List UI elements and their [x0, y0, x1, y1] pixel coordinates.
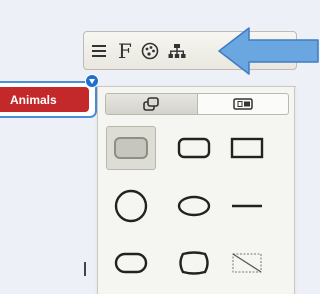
shape-ellipse[interactable] [169, 184, 219, 228]
circle-icon [114, 189, 148, 223]
panel-tabs [105, 93, 289, 115]
node-label: Animals [10, 92, 57, 107]
shape-panel [97, 86, 296, 294]
tab-shapes[interactable] [106, 94, 198, 114]
rectangle-icon [230, 137, 264, 159]
menu-button[interactable] [88, 39, 110, 63]
shape-barrel[interactable] [169, 241, 219, 285]
line-icon [232, 204, 262, 208]
tab-presets[interactable] [198, 94, 289, 114]
color-button[interactable] [139, 39, 161, 63]
shape-rounded-rectangle[interactable] [169, 126, 219, 170]
node-animals[interactable]: Animals [0, 87, 89, 112]
panel-top-edge [98, 86, 296, 92]
node-toolbar: F [83, 31, 297, 70]
shape-icon [143, 97, 160, 111]
font-button[interactable]: F [114, 39, 136, 63]
color-palette-icon [141, 42, 159, 60]
layout-icon [168, 44, 186, 58]
node-selection-frame: Animals [0, 81, 97, 118]
shape-none[interactable] [222, 241, 272, 285]
ellipse-icon [177, 195, 211, 217]
no-shape-icon [232, 253, 262, 273]
shape-circle[interactable] [106, 184, 156, 228]
rounded-rectangle-icon [177, 137, 211, 159]
shape-line[interactable] [222, 184, 272, 228]
shape-rounded-rectangle-filled[interactable] [106, 126, 156, 170]
layout-button[interactable] [166, 39, 188, 63]
canvas: Animals F [0, 0, 320, 294]
preset-icon [233, 98, 253, 110]
barrel-icon [179, 251, 209, 275]
menu-icon [92, 45, 106, 57]
edge-bracket [84, 262, 86, 276]
shape-stadium[interactable] [106, 241, 156, 285]
stadium-icon [114, 252, 148, 274]
rounded-rectangle-filled-icon [114, 137, 148, 159]
font-icon: F [118, 39, 132, 63]
shape-rectangle[interactable] [222, 126, 272, 170]
